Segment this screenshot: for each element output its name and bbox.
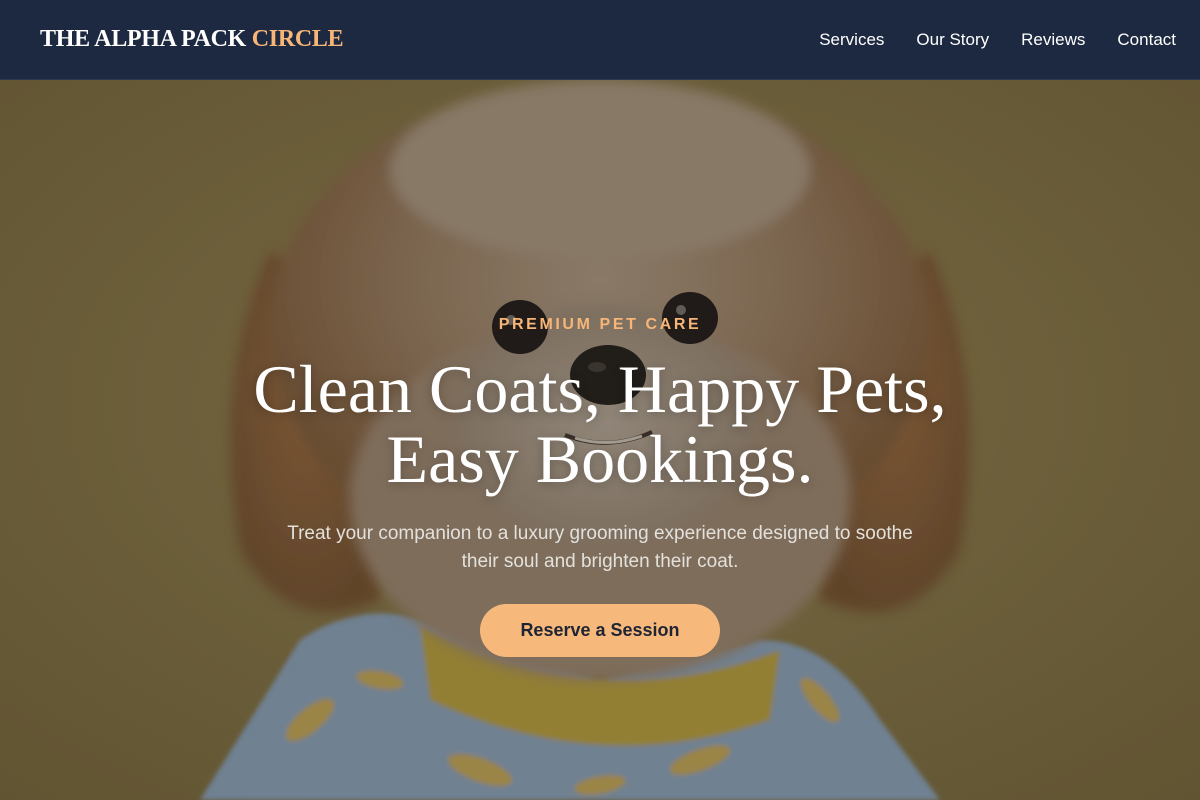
hero-headline-line2: Easy Bookings. xyxy=(386,421,814,497)
brand-name: THE ALPHA PACK xyxy=(40,26,247,52)
site-header: THE ALPHA PACK CIRCLE Services Our Story… xyxy=(0,0,1200,80)
nav-link-contact[interactable]: Contact xyxy=(1117,30,1176,50)
nav-link-our-story[interactable]: Our Story xyxy=(916,30,989,50)
nav-link-reviews[interactable]: Reviews xyxy=(1021,30,1085,50)
nav-link-services[interactable]: Services xyxy=(819,30,884,50)
reserve-session-button[interactable]: Reserve a Session xyxy=(480,604,720,657)
hero-content: PREMIUM PET CARE Clean Coats, Happy Pets… xyxy=(0,316,1200,657)
hero-subtitle: Treat your companion to a luxury groomin… xyxy=(287,523,913,572)
main-nav: Services Our Story Reviews Contact xyxy=(819,30,1176,50)
brand-name-accent: CIRCLE xyxy=(251,26,344,52)
hero-section: PREMIUM PET CARE Clean Coats, Happy Pets… xyxy=(0,80,1200,800)
hero-headline-line1: Clean Coats, Happy Pets, xyxy=(253,351,947,427)
hero-headline: Clean Coats, Happy Pets, Easy Bookings. xyxy=(0,354,1200,494)
hero-eyebrow: PREMIUM PET CARE xyxy=(498,316,702,333)
brand-logo[interactable]: THE ALPHA PACK CIRCLE xyxy=(40,26,344,53)
